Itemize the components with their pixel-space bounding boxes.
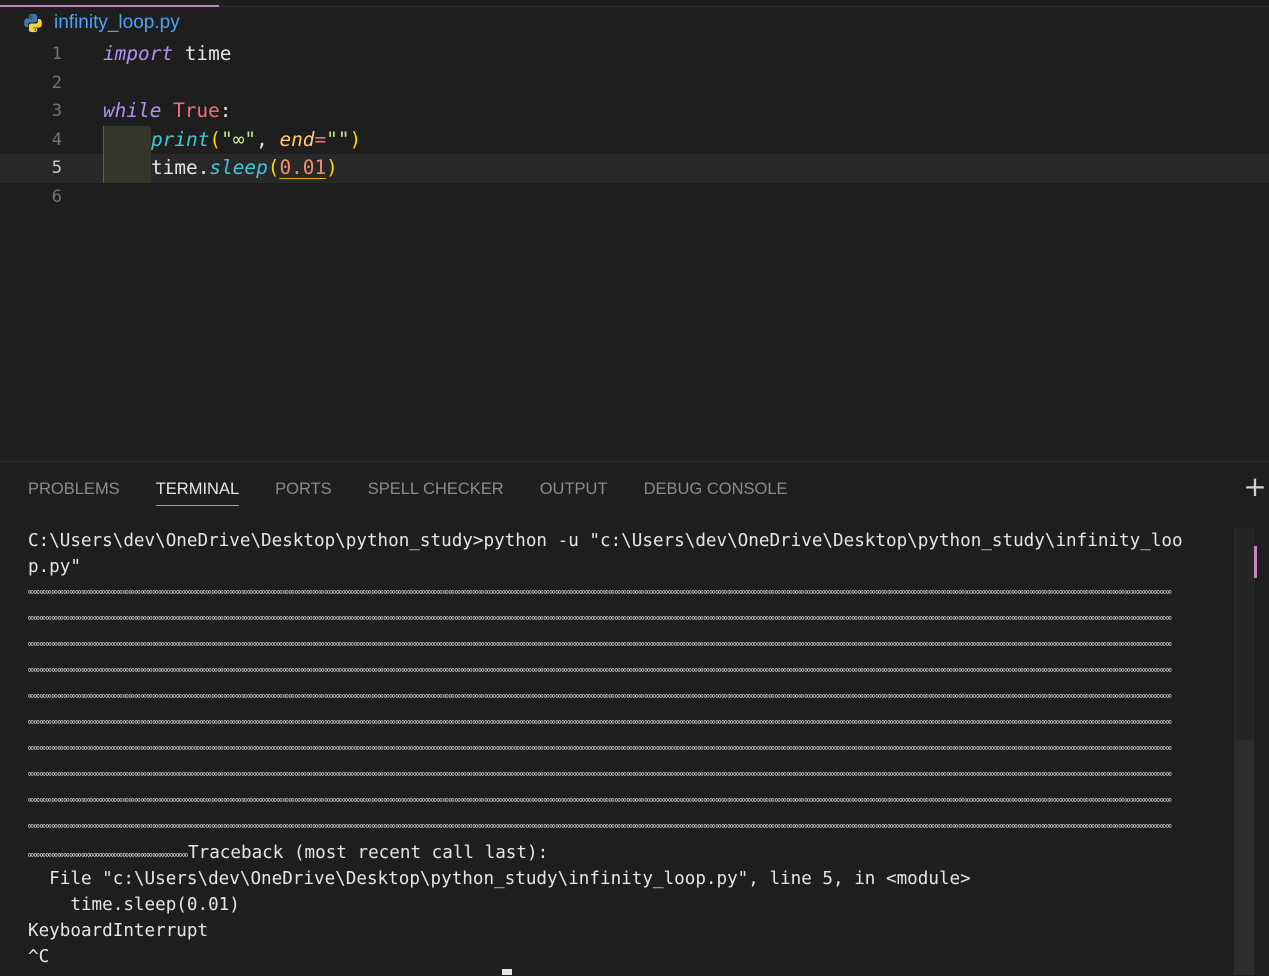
close-paren: ) [349,127,362,151]
dot: . [197,156,210,180]
param-end: end [279,127,315,151]
infinity-output-row: ∞∞∞∞∞∞∞∞∞∞∞∞∞∞∞∞∞∞∞∞∞∞∞∞∞∞∞∞∞∞∞∞∞∞∞∞∞∞∞∞… [28,769,1172,780]
infinity-output-row: ∞∞∞∞∞∞∞∞∞∞∞∞∞∞∞∞∞∞∞∞∞∞∞∞∞∞∞∞∞∞∞∞∞∞∞∞∞∞∞∞… [28,665,1172,676]
code-text[interactable]: import time [103,40,231,69]
function-sleep: sleep [209,156,268,180]
python-icon [24,13,42,33]
tab-ports[interactable]: PORTS [275,478,332,508]
terminal-command-line: C:\Users\dev\OneDrive\Desktop\python_stu… [28,531,1183,551]
editor-tab[interactable]: infinity_loop.py [22,10,180,36]
active-tab-indicator [0,5,219,7]
terminal-scrollbar-thumb[interactable] [1234,740,1254,975]
tab-title: infinity_loop.py [54,12,180,33]
traceback-code-line: time.sleep(0.01) [28,895,240,915]
terminal-output[interactable]: C:\Users\dev\OneDrive\Desktop\python_stu… [28,528,1233,974]
scrollbar-marker [1254,546,1257,578]
comma: , [256,127,280,151]
code-text[interactable]: while True: [103,97,231,126]
number-literal: 0.01 [279,156,327,180]
string-infinity: "∞" [221,127,257,151]
infinity-output-row: ∞∞∞∞∞∞∞∞∞∞∞∞∞∞∞∞∞∞∞∞∞∞∞∞∞∞∞∞∞∞∞∞∞∞∞∞∞∞∞∞… [28,587,1172,598]
tab-output[interactable]: OUTPUT [540,478,608,508]
line-number: 5 [51,158,62,179]
line-number: 4 [51,129,62,150]
keyword-import: import [103,42,174,65]
infinity-output-row: ∞∞∞∞∞∞∞∞∞∞∞∞∞∞∞∞∞∞∞∞∞∞∞∞∞∞∞∞∞∞∞∞∞∞∞∞∞∞∞∞… [28,821,1172,832]
bottom-panel: PROBLEMS TERMINAL PORTS SPELL CHECKER OU… [0,461,1269,976]
tab-debug-console[interactable]: DEBUG CONSOLE [644,478,788,508]
new-terminal-button[interactable]: + [1243,473,1267,501]
code-line[interactable]: 1 import time [0,40,1269,69]
tab-terminal[interactable]: TERMINAL [155,478,240,508]
infinity-output: ∞∞∞∞∞∞∞∞∞∞∞∞∞∞∞∞∞∞∞∞∞∞∞∞∞∞∞∞∞∞∞∞∞∞∞∞∞∞∞∞… [28,580,1233,840]
partial-infinity-output: ∞∞∞∞∞∞∞∞∞∞∞∞∞∞∞∞∞∞∞∞∞∞∞∞∞∞∞ [28,850,189,861]
editor-tab-bar: infinity_loop.py [0,0,1269,40]
code-line[interactable]: 2 [0,69,1269,98]
tab-spell-checker[interactable]: SPELL CHECKER [368,478,504,508]
tab-problems[interactable]: PROBLEMS [28,478,120,508]
line-number: 2 [51,72,62,93]
infinity-output-row: ∞∞∞∞∞∞∞∞∞∞∞∞∞∞∞∞∞∞∞∞∞∞∞∞∞∞∞∞∞∞∞∞∞∞∞∞∞∞∞∞… [28,691,1172,702]
object-time: time [151,156,198,180]
open-paren: ( [209,127,222,151]
terminal-command-line-wrap: p.py" [28,557,81,577]
line-number: 1 [51,44,62,64]
code-line[interactable]: 4 print("∞", end="") [0,125,1269,155]
line-number: 6 [51,187,62,207]
function-print: print [151,127,210,151]
ctrl-c-line: ^C [28,947,50,967]
close-paren: ) [326,156,338,180]
code-line[interactable]: 6 [0,183,1269,212]
code-editor[interactable]: 1 import time 2 3 while True: 4 print("∞… [0,40,1269,461]
code-line-active[interactable]: 5 time.sleep(0.01) [0,154,1269,183]
terminal-cursor [502,969,512,975]
equals: = [314,127,327,151]
traceback-line: ∞∞∞∞∞∞∞∞∞∞∞∞∞∞∞∞∞∞∞∞∞∞∞∞∞∞∞Traceback (mo… [28,840,1233,866]
infinity-output-row: ∞∞∞∞∞∞∞∞∞∞∞∞∞∞∞∞∞∞∞∞∞∞∞∞∞∞∞∞∞∞∞∞∞∞∞∞∞∞∞∞… [28,639,1172,650]
module-name: time [184,42,232,65]
traceback-file-line: File "c:\Users\dev\OneDrive\Desktop\pyth… [28,869,971,889]
indent-guide [103,154,151,183]
keyword-while: while [103,99,162,123]
infinity-output-row: ∞∞∞∞∞∞∞∞∞∞∞∞∞∞∞∞∞∞∞∞∞∞∞∞∞∞∞∞∞∞∞∞∞∞∞∞∞∞∞∞… [28,743,1172,754]
keyboard-interrupt-line: KeyboardInterrupt [28,921,209,941]
open-paren: ( [267,156,280,180]
infinity-output-row: ∞∞∞∞∞∞∞∞∞∞∞∞∞∞∞∞∞∞∞∞∞∞∞∞∞∞∞∞∞∞∞∞∞∞∞∞∞∞∞∞… [28,795,1172,806]
constant-true: True [173,99,220,123]
infinity-output-row: ∞∞∞∞∞∞∞∞∞∞∞∞∞∞∞∞∞∞∞∞∞∞∞∞∞∞∞∞∞∞∞∞∞∞∞∞∞∞∞∞… [28,613,1172,624]
colon: : [219,99,232,123]
indent-guide [103,125,151,155]
line-number: 3 [51,101,62,122]
panel-tab-bar: PROBLEMS TERMINAL PORTS SPELL CHECKER OU… [28,478,824,508]
tab-bar-divider [219,6,1269,7]
infinity-output-row: ∞∞∞∞∞∞∞∞∞∞∞∞∞∞∞∞∞∞∞∞∞∞∞∞∞∞∞∞∞∞∞∞∞∞∞∞∞∞∞∞… [28,717,1172,728]
code-line[interactable]: 3 while True: [0,97,1269,126]
code-text[interactable]: print("∞", end="") [103,125,362,155]
code-text[interactable]: time.sleep(0.01) [103,154,338,183]
traceback-header: Traceback (most recent call last): [188,843,549,863]
string-empty: "" [326,127,350,151]
